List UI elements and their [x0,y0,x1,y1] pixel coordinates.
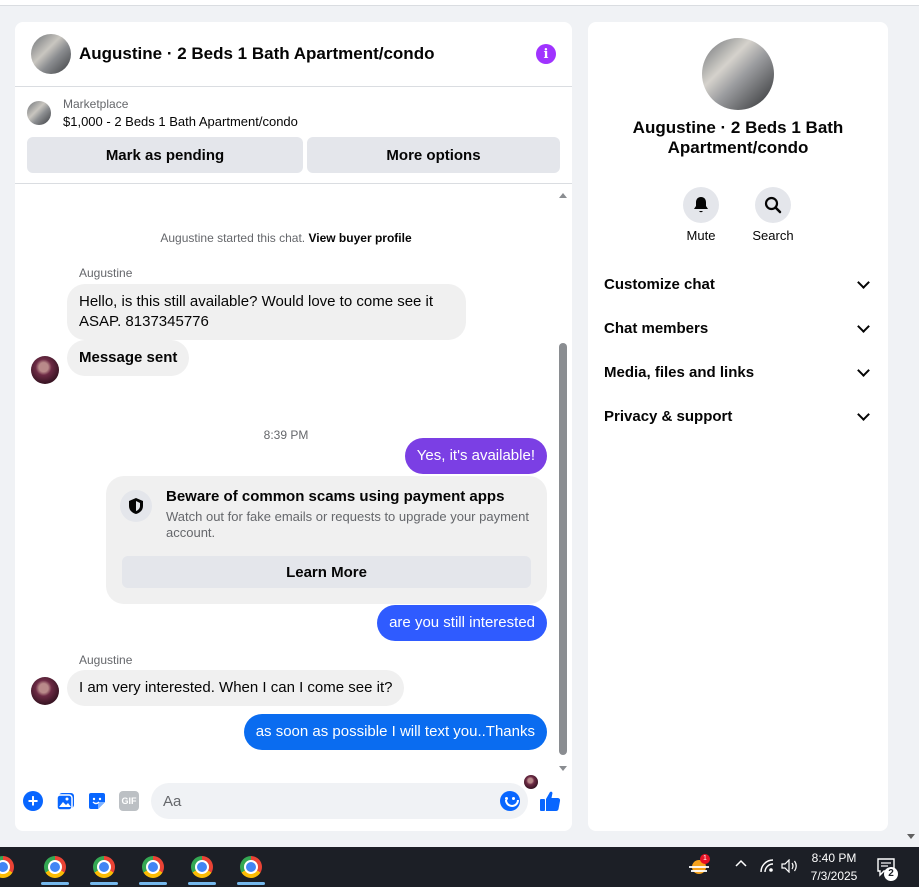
section-chat-members[interactable]: Chat members [604,308,872,348]
search-label: Search [752,228,794,243]
bell-icon [683,187,719,223]
scam-warning-text: Watch out for fake emails or requests to… [166,509,529,540]
weather-tray-icon[interactable]: 1 [684,852,714,882]
chevron-down-icon [857,319,870,333]
message-outgoing[interactable]: are you still interested [377,605,547,641]
buyer-avatar[interactable] [31,356,59,384]
clock-date[interactable]: 7/3/2025 [806,869,862,883]
taskbar: 1 8:40 PM 7/3/2025 2 [0,847,919,887]
chat-title[interactable]: Augustine · 2 Beds 1 Bath Apartment/cond… [79,44,536,64]
chevron-down-icon [857,275,870,289]
plus-icon[interactable]: + [23,791,43,811]
message-incoming[interactable]: Hello, is this still available? Would lo… [67,284,466,340]
photo-icon[interactable] [56,791,76,811]
section-label: Media, files and links [604,363,755,381]
section-customize-chat[interactable]: Customize chat [604,264,872,304]
listing-avatar[interactable] [31,34,71,74]
sender-label: Augustine [79,266,133,280]
message-composer: + GIF [15,779,572,823]
message-incoming-sent[interactable]: Message sent [67,340,190,376]
chat-header: Augustine · 2 Beds 1 Bath Apartment/cond… [15,22,572,87]
scam-warning-title: Beware of common scams using payment app… [166,488,505,505]
taskbar-chrome-icon[interactable] [187,852,217,885]
volume-icon[interactable] [781,858,799,876]
thread-scrollbar[interactable] [558,193,568,771]
profile-avatar[interactable] [702,38,774,110]
taskbar-chrome-icon[interactable] [40,852,70,885]
top-bar [0,0,919,6]
taskbar-chrome-icon[interactable] [0,852,18,882]
search-icon [755,187,791,223]
weather-badge: 1 [700,854,710,864]
chat-panel: Augustine · 2 Beds 1 Bath Apartment/cond… [15,22,572,831]
taskbar-chrome-icon[interactable] [236,852,266,885]
gif-icon[interactable]: GIF [119,791,139,811]
page-scroll-down-arrow[interactable] [907,834,915,839]
marketplace-banner: Marketplace $1,000 - 2 Beds 1 Bath Apart… [15,87,572,184]
emoji-icon[interactable] [500,791,520,811]
search-button[interactable]: Search [743,187,803,243]
profile-title: Augustine · 2 Beds 1 Bath Apartment/cond… [632,118,844,157]
message-input-wrapper [151,783,528,819]
info-icon[interactable]: i [536,44,556,64]
more-options-button[interactable]: More options [307,137,560,173]
listing-title[interactable]: $1,000 - 2 Beds 1 Bath Apartment/condo [63,114,298,129]
taskbar-chrome-icon[interactable] [89,852,119,885]
message-incoming[interactable]: I am very interested. When I can I come … [67,670,405,706]
scroll-up-arrow[interactable] [559,193,567,198]
learn-more-button[interactable]: Learn More [122,556,531,588]
sticker-icon[interactable] [87,791,107,811]
notification-count-badge: 2 [884,867,898,881]
sender-label: Augustine [79,653,133,667]
buyer-avatar[interactable] [31,677,59,705]
mute-label: Mute [686,228,716,243]
chat-started-note: Augustine started this chat. View buyer … [15,231,557,245]
taskbar-chrome-icon[interactable] [138,852,168,885]
shield-icon [120,490,152,522]
wifi-icon[interactable] [760,859,774,876]
message-thread: Augustine started this chat. View buyer … [15,185,572,789]
section-label: Customize chat [604,275,715,293]
chevron-up-icon[interactable] [735,857,747,873]
chat-info-panel: Augustine · 2 Beds 1 Bath Apartment/cond… [588,22,888,831]
view-buyer-profile-link[interactable]: View buyer profile [308,231,411,245]
message-outgoing[interactable]: as soon as possible I will text you..Tha… [243,714,547,750]
mark-pending-button[interactable]: Mark as pending [27,137,303,173]
message-outgoing[interactable]: Yes, it's available! [404,438,547,474]
section-media-files[interactable]: Media, files and links [604,352,872,392]
section-label: Privacy & support [604,407,733,425]
scroll-down-arrow[interactable] [559,766,567,771]
marketplace-label: Marketplace [63,97,129,111]
chevron-down-icon [857,363,870,377]
mute-button[interactable]: Mute [671,187,731,243]
listing-thumbnail[interactable] [27,101,51,125]
message-input[interactable] [163,792,483,810]
chat-started-text: Augustine started this chat. [160,231,306,245]
scam-warning-card: Beware of common scams using payment app… [106,476,547,604]
clock-time[interactable]: 8:40 PM [806,851,862,865]
scroll-thumb[interactable] [559,343,567,755]
thumbs-up-icon[interactable] [538,789,562,813]
chevron-down-icon [857,407,870,421]
section-privacy-support[interactable]: Privacy & support [604,396,872,436]
section-label: Chat members [604,319,709,337]
